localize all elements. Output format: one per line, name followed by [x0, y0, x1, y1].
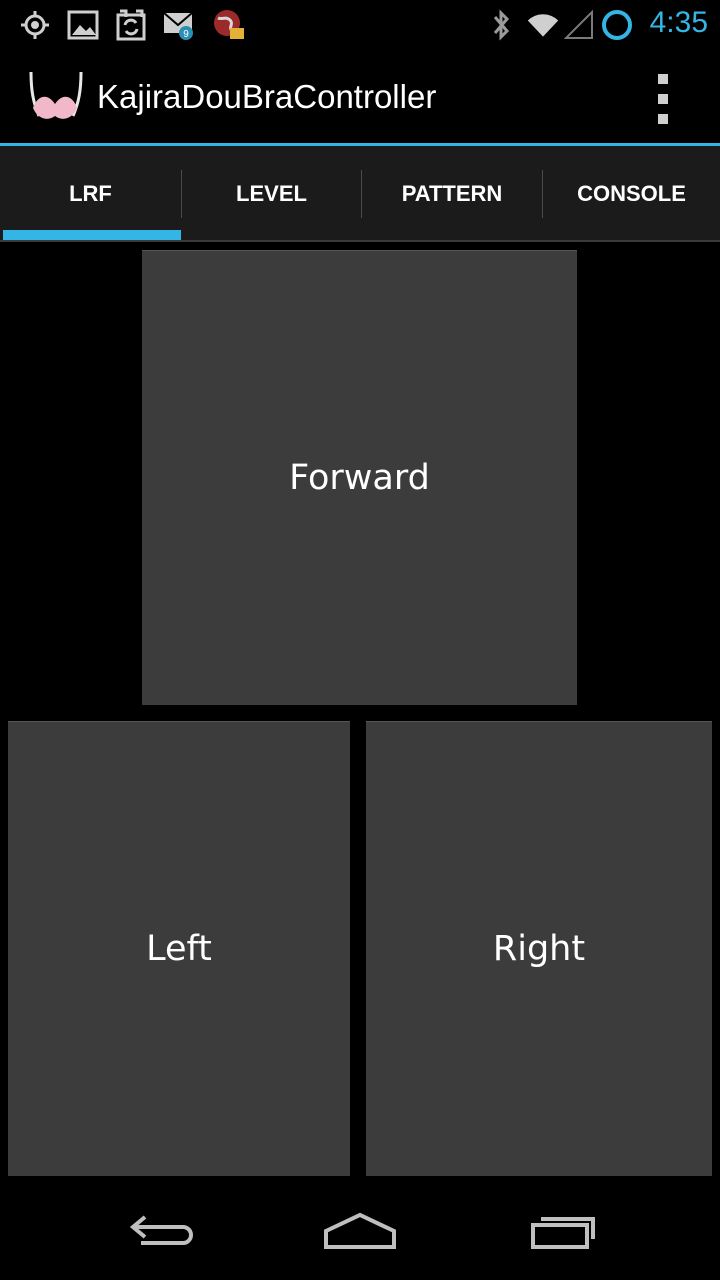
back-icon[interactable]	[115, 1206, 205, 1256]
tab-bar-divider	[0, 240, 720, 242]
tab-bar: LRF LEVEL PATTERN CONSOLE	[0, 146, 720, 242]
app-icon	[25, 68, 87, 128]
home-icon[interactable]	[315, 1206, 405, 1256]
signal-icon	[562, 8, 596, 42]
recent-apps-icon[interactable]	[518, 1206, 608, 1256]
tab-lrf[interactable]: LRF	[0, 146, 181, 242]
sync-icon	[114, 8, 148, 42]
app-title: KajiraDouBraController	[97, 78, 437, 115]
bluetooth-icon	[484, 8, 518, 42]
browser-icon	[212, 8, 246, 42]
selected-tab-indicator	[3, 230, 181, 240]
overflow-menu-icon[interactable]	[648, 74, 678, 124]
left-button[interactable]: Left	[8, 721, 350, 1176]
mail-icon: 9	[162, 8, 196, 42]
clock: 4:35	[649, 6, 708, 39]
status-bar: 9 4:35	[0, 0, 720, 50]
tab-level[interactable]: LEVEL	[182, 146, 361, 242]
navigation-bar	[0, 1184, 720, 1280]
ring-icon	[600, 8, 634, 42]
forward-button[interactable]: Forward	[142, 250, 577, 705]
action-bar: KajiraDouBraController	[0, 50, 720, 144]
tab-pattern[interactable]: PATTERN	[362, 146, 542, 242]
image-icon	[66, 8, 100, 42]
gps-icon	[18, 8, 52, 42]
mail-badge-count: 9	[183, 29, 189, 40]
right-button[interactable]: Right	[366, 721, 712, 1176]
tab-console[interactable]: CONSOLE	[543, 146, 720, 242]
wifi-icon	[526, 8, 560, 42]
